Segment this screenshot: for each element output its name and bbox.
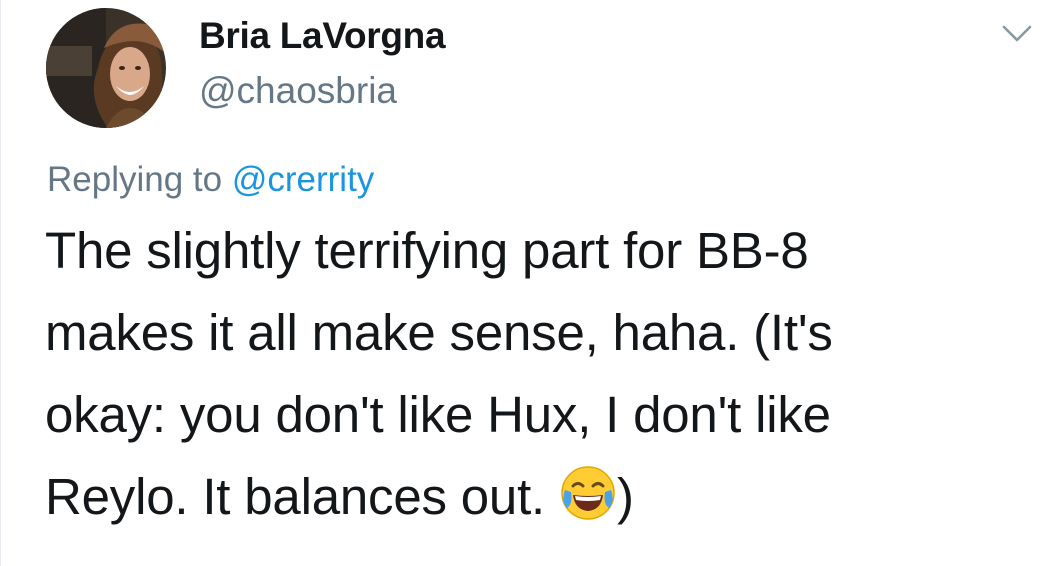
author-display-name[interactable]: Bria LaVorgna [199,15,446,57]
closing-paren: ) [617,468,634,525]
tweet-card: Bria LaVorgna @chaosbria Replying to @cr… [0,0,1048,566]
replying-to-line: Replying to @crerrity [47,160,374,200]
face-with-tears-of-joy-icon [559,464,617,522]
avatar-photo [46,8,166,128]
tweet-text-line: okay: you don't like Hux, I don't like [45,386,831,443]
tweet-text-line: The slightly terrifying part for BB-8 [45,222,809,279]
reply-mention-link[interactable]: @crerrity [232,160,374,199]
author-handle[interactable]: @chaosbria [199,70,397,112]
tweet-text: The slightly terrifying part for BB-8 ma… [45,210,1035,538]
replying-to-label: Replying to [47,160,232,199]
tweet-text-segment: Reylo. It balances out. [45,468,559,525]
avatar[interactable] [46,8,166,128]
chevron-down-icon[interactable] [1000,17,1034,47]
tweet-text-line-last: Reylo. It balances out. ) [45,456,1035,538]
tweet-text-line: makes it all make sense, haha. (It's [45,304,833,361]
